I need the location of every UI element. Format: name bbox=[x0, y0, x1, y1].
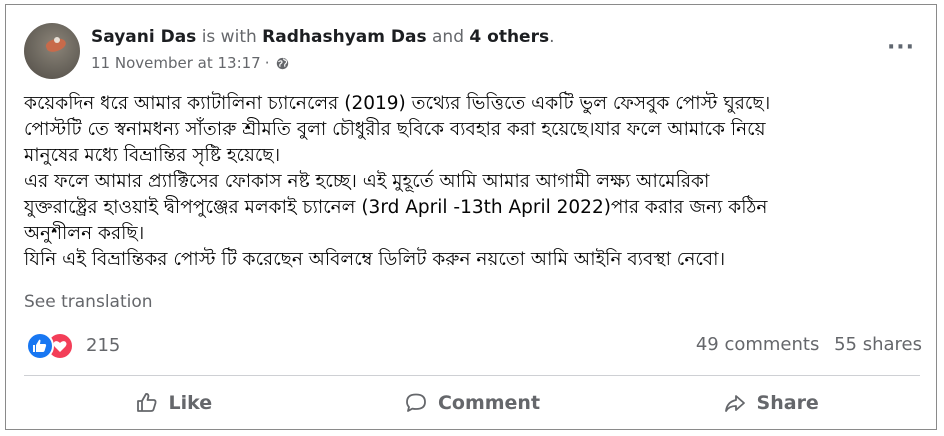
with-text: is with bbox=[201, 27, 257, 47]
comment-label: Comment bbox=[437, 392, 541, 414]
like-label: Like bbox=[168, 392, 213, 414]
author-avatar[interactable] bbox=[24, 23, 80, 79]
shares-count[interactable]: 55 shares bbox=[834, 334, 922, 355]
and-text: and bbox=[432, 27, 464, 47]
post-body: কয়েকদিন ধরে আমার ক্যাটালিনা চ্যানেলের (… bbox=[24, 91, 924, 273]
post-body-line: যিনি এই বিভ্রান্তিকর পোস্ট টি করেছেন অবি… bbox=[24, 249, 726, 270]
more-options-icon[interactable]: ··· bbox=[886, 37, 916, 59]
post-body-line: পোস্টটি তে স্বনামধন্য সাঁতারু শ্রীমতি বু… bbox=[24, 119, 766, 140]
thumbs-up-icon bbox=[136, 393, 157, 412]
avatar-figure-head bbox=[54, 37, 60, 43]
engagement-stats: 49 comments 55 shares bbox=[696, 334, 922, 355]
share-button[interactable]: Share bbox=[621, 383, 920, 423]
reactions-summary[interactable]: 215 bbox=[26, 332, 120, 360]
share-arrow-icon bbox=[724, 395, 745, 412]
facebook-post: Sayani Das is with Radhashyam Das and 4 … bbox=[5, 4, 937, 430]
post-body-line: যুক্তরাষ্ট্রের হাওয়াই দ্বীপপুঞ্জের মলকা… bbox=[24, 197, 768, 218]
period: . bbox=[549, 27, 555, 47]
post-body-line: মানুষের মধ্যে বিভ্রান্তির সৃষ্টি হয়েছে। bbox=[24, 145, 281, 166]
post-timestamp[interactable]: 11 November at 13:17 bbox=[91, 53, 261, 73]
post-actions: Like Comment Share bbox=[24, 383, 920, 423]
post-author-line: Sayani Das is with Radhashyam Das and 4 … bbox=[91, 25, 554, 49]
like-button[interactable]: Like bbox=[24, 383, 323, 423]
reaction-count[interactable]: 215 bbox=[86, 335, 120, 356]
post-body-line: অনুশীলন করছি। bbox=[24, 223, 145, 244]
tagged-person[interactable]: Radhashyam Das bbox=[262, 27, 426, 47]
post-header: Sayani Das is with Radhashyam Das and 4 … bbox=[24, 23, 914, 83]
like-icon bbox=[26, 332, 54, 360]
see-translation-link[interactable]: See translation bbox=[24, 291, 153, 313]
post-meta: 11 November at 13:17 · bbox=[91, 53, 289, 73]
comment-icon bbox=[406, 393, 426, 412]
post-body-line: এর ফলে আমার প্র্যাক্টিসের ফোকাস নষ্ট হচ্… bbox=[24, 171, 710, 192]
comment-button[interactable]: Comment bbox=[323, 383, 622, 423]
share-label: Share bbox=[756, 392, 819, 414]
reaction-icons bbox=[26, 332, 78, 360]
author-name[interactable]: Sayani Das bbox=[91, 27, 196, 47]
tagged-others[interactable]: 4 others bbox=[469, 27, 549, 47]
actions-divider bbox=[24, 375, 920, 376]
globe-icon[interactable] bbox=[276, 57, 289, 70]
post-body-line: কয়েকদিন ধরে আমার ক্যাটালিনা চ্যানেলের (… bbox=[24, 93, 771, 114]
meta-separator: · bbox=[264, 54, 270, 72]
comments-count[interactable]: 49 comments bbox=[696, 334, 820, 355]
